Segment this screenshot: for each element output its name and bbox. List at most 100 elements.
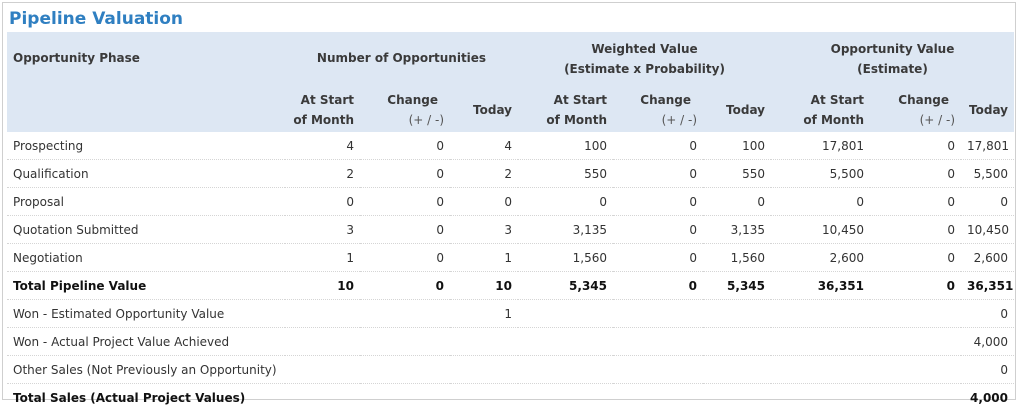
pipeline-valuation-panel: Pipeline Valuation Opportunity Phase Num… [2,2,1016,400]
cell-num-change: 0 [360,272,450,300]
cell-num-at-start [285,384,360,411]
cell-num-change [360,356,450,384]
cell-weighted-change: 0 [613,272,703,300]
cell-phase-label: Prospecting [7,132,285,160]
cell-oppvalue-at-start: 17,801 [771,132,870,160]
cell-weighted-today: 550 [703,160,771,188]
header-opportunity-value: Opportunity Value (Estimate) [771,32,1014,88]
cell-oppvalue-change: 0 [870,160,961,188]
cell-num-today: 10 [450,272,518,300]
cell-num-change [360,328,450,356]
cell-oppvalue-change: 0 [870,272,961,300]
header-weighted-value: Weighted Value (Estimate x Probability) [518,32,771,88]
cell-num-today [450,328,518,356]
cell-weighted-today: 5,345 [703,272,771,300]
cell-phase-label: Qualification [7,160,285,188]
cell-phase-label: Quotation Submitted [7,216,285,244]
header-w-change-line1: Change [619,90,697,110]
cell-num-today [450,384,518,411]
header-o-change-line1: Change [876,90,955,110]
cell-oppvalue-today: 5,500 [961,160,1014,188]
cell-oppvalue-at-start [771,356,870,384]
total-row: Total Sales (Actual Project Values) 4,000 [7,384,1014,411]
cell-num-today [450,356,518,384]
cell-num-at-start: 0 [285,188,360,216]
table-row: Proposal000000000 [7,188,1014,216]
cell-weighted-at-start [518,300,613,328]
header-w-at-start: At Startof Month [518,88,613,132]
cell-num-today: 2 [450,160,518,188]
cell-phase-label: Other Sales (Not Previously an Opportuni… [7,356,285,384]
header-weighted-value-line2: (Estimate x Probability) [524,59,765,79]
cell-weighted-today: 1,560 [703,244,771,272]
cell-weighted-change: 0 [613,244,703,272]
cell-phase-label: Negotiation [7,244,285,272]
cell-oppvalue-change: 0 [870,132,961,160]
cell-oppvalue-at-start [771,300,870,328]
cell-oppvalue-change: 0 [870,216,961,244]
cell-weighted-change: 0 [613,216,703,244]
header-opportunity-value-line2: (Estimate) [777,59,1008,79]
cell-oppvalue-at-start: 5,500 [771,160,870,188]
cell-num-today: 1 [450,244,518,272]
cell-weighted-at-start [518,328,613,356]
cell-weighted-today: 3,135 [703,216,771,244]
cell-weighted-at-start: 5,345 [518,272,613,300]
cell-oppvalue-today: 36,351 [961,272,1014,300]
cell-oppvalue-today: 4,000 [961,384,1014,411]
cell-num-change: 0 [360,160,450,188]
cell-phase-label: Total Sales (Actual Project Values) [7,384,285,411]
table-row: Negotiation1011,56001,5602,60002,600 [7,244,1014,272]
header-w-change: Change(+ / -) [613,88,703,132]
cell-oppvalue-at-start [771,384,870,411]
header-w-today: Today [703,88,771,132]
pipeline-rows: Prospecting404100010017,801017,801Qualif… [7,132,1014,411]
cell-num-at-start: 3 [285,216,360,244]
header-w-at-start-line1: At Start [524,90,607,110]
header-opportunity-phase: Opportunity Phase [7,32,285,132]
header-w-change-line2: (+ / -) [619,110,697,130]
cell-weighted-change [613,300,703,328]
table-row: Won - Estimated Opportunity Value10 [7,300,1014,328]
cell-oppvalue-at-start: 2,600 [771,244,870,272]
header-w-at-start-line2: of Month [524,110,607,130]
header-n-at-start: At Startof Month [285,88,360,132]
cell-weighted-at-start: 550 [518,160,613,188]
cell-weighted-today [703,356,771,384]
cell-oppvalue-today: 10,450 [961,216,1014,244]
header-n-at-start-line2: of Month [291,110,354,130]
cell-num-today: 3 [450,216,518,244]
cell-num-at-start [285,328,360,356]
cell-weighted-change: 0 [613,188,703,216]
cell-oppvalue-change: 0 [870,188,961,216]
cell-num-today: 0 [450,188,518,216]
cell-oppvalue-today: 0 [961,188,1014,216]
cell-phase-label: Proposal [7,188,285,216]
panel-title: Pipeline Valuation [9,9,183,29]
cell-oppvalue-today: 0 [961,356,1014,384]
cell-weighted-at-start [518,356,613,384]
cell-num-change: 0 [360,244,450,272]
header-opportunity-value-line1: Opportunity Value [777,39,1008,59]
cell-oppvalue-today: 4,000 [961,328,1014,356]
cell-weighted-at-start: 0 [518,188,613,216]
cell-weighted-change [613,328,703,356]
cell-oppvalue-change [870,328,961,356]
header-n-at-start-line1: At Start [291,90,354,110]
header-o-change-line2: (+ / -) [876,110,955,130]
cell-phase-label: Won - Actual Project Value Achieved [7,328,285,356]
cell-weighted-today [703,384,771,411]
cell-oppvalue-change [870,384,961,411]
header-n-change-line2: (+ / -) [366,110,444,130]
cell-oppvalue-change [870,300,961,328]
cell-num-change [360,384,450,411]
cell-weighted-at-start: 100 [518,132,613,160]
cell-num-change: 0 [360,216,450,244]
cell-num-today: 4 [450,132,518,160]
cell-oppvalue-at-start [771,328,870,356]
cell-phase-label: Total Pipeline Value [7,272,285,300]
cell-weighted-change: 0 [613,160,703,188]
cell-weighted-change: 0 [613,132,703,160]
header-weighted-value-line1: Weighted Value [524,39,765,59]
cell-oppvalue-at-start: 36,351 [771,272,870,300]
